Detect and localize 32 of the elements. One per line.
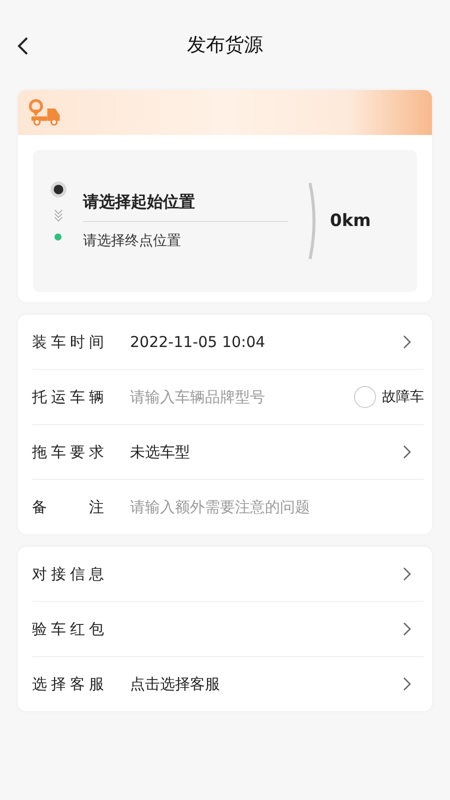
end-location-field[interactable]: 请选择终点位置 (83, 222, 288, 250)
chevron-right-icon (402, 566, 412, 582)
fault-checkbox[interactable]: 故障车 (354, 386, 424, 408)
start-dot-icon (50, 181, 66, 198)
form-row[interactable]: 验车红包 (32, 602, 424, 657)
row-value: 未选车型 (130, 442, 191, 462)
row-label: 装车时间 (32, 332, 105, 352)
start-location-field[interactable]: 请选择起始位置 (83, 192, 288, 222)
input-field[interactable]: 请输入额外需要注意的问题 (130, 498, 424, 516)
field-label: 托运车辆 (32, 388, 105, 406)
chevron-right-icon (402, 676, 412, 692)
field-label: 备 注 (32, 498, 105, 516)
row-value: 点击选择客服 (130, 674, 221, 694)
chevron-right-icon (402, 334, 412, 350)
tow-truck-icon (28, 98, 62, 126)
form-row[interactable]: 选择客服 点击选择客服 (32, 657, 424, 711)
row-label: 选择客服 (32, 674, 105, 694)
row-label: 验车红包 (32, 620, 105, 638)
form-row[interactable]: 拖车要求 未选车型 (32, 425, 424, 480)
bracket-icon (308, 180, 318, 262)
chevron-right-icon (402, 621, 412, 637)
input-field[interactable]: 请输入车辆品牌型号 (130, 388, 354, 406)
row-label: 对接信息 (32, 564, 105, 584)
form-row[interactable]: 对接信息 (32, 547, 424, 602)
end-dot-icon (54, 233, 62, 241)
chevron-right-icon (402, 444, 412, 460)
form-row[interactable]: 装车时间 2022-11-05 10:04 (32, 315, 424, 370)
distance-text: 0km (330, 211, 371, 231)
row-value: 2022-11-05 10:04 (130, 333, 266, 351)
row-label: 拖车要求 (32, 442, 105, 462)
chevrons-down-icon (52, 208, 64, 223)
page-title: 发布货源 (187, 33, 263, 58)
